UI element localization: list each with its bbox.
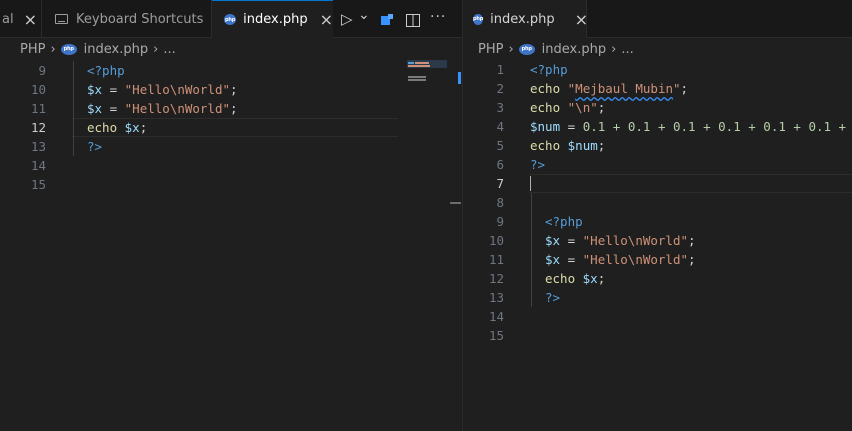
chevron-right-icon: › xyxy=(153,41,159,57)
indent-guide xyxy=(73,61,74,156)
php-file-icon: php xyxy=(473,13,483,25)
current-line-highlight xyxy=(529,174,852,193)
minimap[interactable] xyxy=(405,60,450,90)
code-line-current[interactable]: echo $x; xyxy=(87,118,147,137)
line-number: 11 xyxy=(488,252,504,267)
split-editor-icon[interactable] xyxy=(406,12,420,27)
indent-guide xyxy=(531,193,532,307)
tab-label: al xyxy=(2,11,14,27)
tab-label: Keyboard Shortcuts xyxy=(76,11,204,27)
code-line[interactable]: $x = "Hello\nWorld"; xyxy=(545,250,696,269)
line-number: 14 xyxy=(30,158,46,173)
code-line[interactable]: ?> xyxy=(87,137,102,156)
text-cursor xyxy=(530,176,531,191)
line-number-current: 7 xyxy=(496,176,504,191)
php-debug-icon[interactable] xyxy=(380,12,394,26)
run-icon[interactable]: ▷ xyxy=(341,10,353,28)
breadcrumb-folder[interactable]: PHP xyxy=(478,42,503,57)
line-number: 3 xyxy=(496,100,504,115)
tab-label: index.php xyxy=(490,11,555,27)
chevron-right-icon: › xyxy=(50,41,56,57)
keyboard-icon xyxy=(55,14,68,24)
code-line[interactable]: <?php xyxy=(530,60,568,79)
line-number: 10 xyxy=(488,233,504,248)
code-line[interactable]: $x = "Hello\nWorld"; xyxy=(87,99,238,118)
chevron-right-icon: › xyxy=(508,41,514,57)
line-number: 6 xyxy=(496,157,504,172)
line-number: 4 xyxy=(496,119,504,134)
line-number: 2 xyxy=(496,81,504,96)
line-number: 1 xyxy=(496,62,504,77)
line-number: 8 xyxy=(496,195,504,210)
line-number: 5 xyxy=(496,138,504,153)
line-number: 10 xyxy=(30,82,46,97)
code-line[interactable]: $x = "Hello\nWorld"; xyxy=(545,231,696,250)
breadcrumb-more[interactable]: ... xyxy=(621,42,633,57)
code-line[interactable]: echo "\n"; xyxy=(530,98,605,117)
chevron-down-icon[interactable]: ⌄ xyxy=(358,7,370,23)
line-number-current: 12 xyxy=(30,120,46,135)
breadcrumb: PHP › php index.php › ... xyxy=(478,38,634,60)
breadcrumb-file[interactable]: index.php xyxy=(542,42,606,57)
code-line[interactable]: echo $x; xyxy=(545,269,605,288)
php-file-icon: php xyxy=(60,43,77,55)
code-line[interactable]: $num = 0.1 + 0.1 + 0.1 + 0.1 + 0.1 + 0.1… xyxy=(530,117,852,136)
chevron-right-icon: › xyxy=(611,41,617,57)
line-number: 11 xyxy=(30,101,46,116)
code-line[interactable]: echo $num; xyxy=(530,136,605,155)
code-line[interactable]: $x = "Hello\nWorld"; xyxy=(87,80,238,99)
tab-label: index.php xyxy=(243,12,308,27)
line-number: 14 xyxy=(488,309,504,324)
close-icon[interactable]: × xyxy=(575,10,588,29)
code-line[interactable]: echo "Mejbaul Mubin"; xyxy=(530,79,688,98)
code-line[interactable]: ?> xyxy=(530,155,545,174)
editor-group-divider[interactable] xyxy=(462,0,463,431)
breadcrumb: PHP › php index.php › ... xyxy=(20,38,176,60)
breadcrumb-more[interactable]: ... xyxy=(163,42,175,57)
more-actions-icon[interactable]: ··· xyxy=(430,9,446,25)
tab-keyboard-shortcuts[interactable]: Keyboard Shortcuts xyxy=(43,0,212,38)
line-number: 13 xyxy=(30,139,46,154)
line-number: 9 xyxy=(496,214,504,229)
breadcrumb-file[interactable]: index.php xyxy=(84,42,148,57)
php-file-icon: php xyxy=(224,14,237,25)
php-file-icon: php xyxy=(518,43,535,55)
line-number: 13 xyxy=(488,290,504,305)
line-number: 9 xyxy=(38,63,46,78)
code-line[interactable]: <?php xyxy=(87,61,125,80)
tab-index-php-left[interactable]: php index.php × xyxy=(212,0,333,38)
breadcrumb-folder[interactable]: PHP xyxy=(20,42,45,57)
close-icon[interactable]: × xyxy=(320,10,333,29)
line-number: 15 xyxy=(30,177,46,192)
tab-terminal-partial[interactable]: al × xyxy=(0,0,42,38)
line-number: 15 xyxy=(488,328,504,343)
scrollbar-marker xyxy=(450,202,461,204)
close-icon[interactable]: × xyxy=(24,10,37,29)
scrollbar-thumb[interactable] xyxy=(458,72,461,84)
code-line[interactable]: <?php xyxy=(545,212,583,231)
code-line[interactable]: ?> xyxy=(545,288,560,307)
line-number: 12 xyxy=(488,271,504,286)
tab-index-php-right[interactable]: php index.php × xyxy=(463,0,588,38)
